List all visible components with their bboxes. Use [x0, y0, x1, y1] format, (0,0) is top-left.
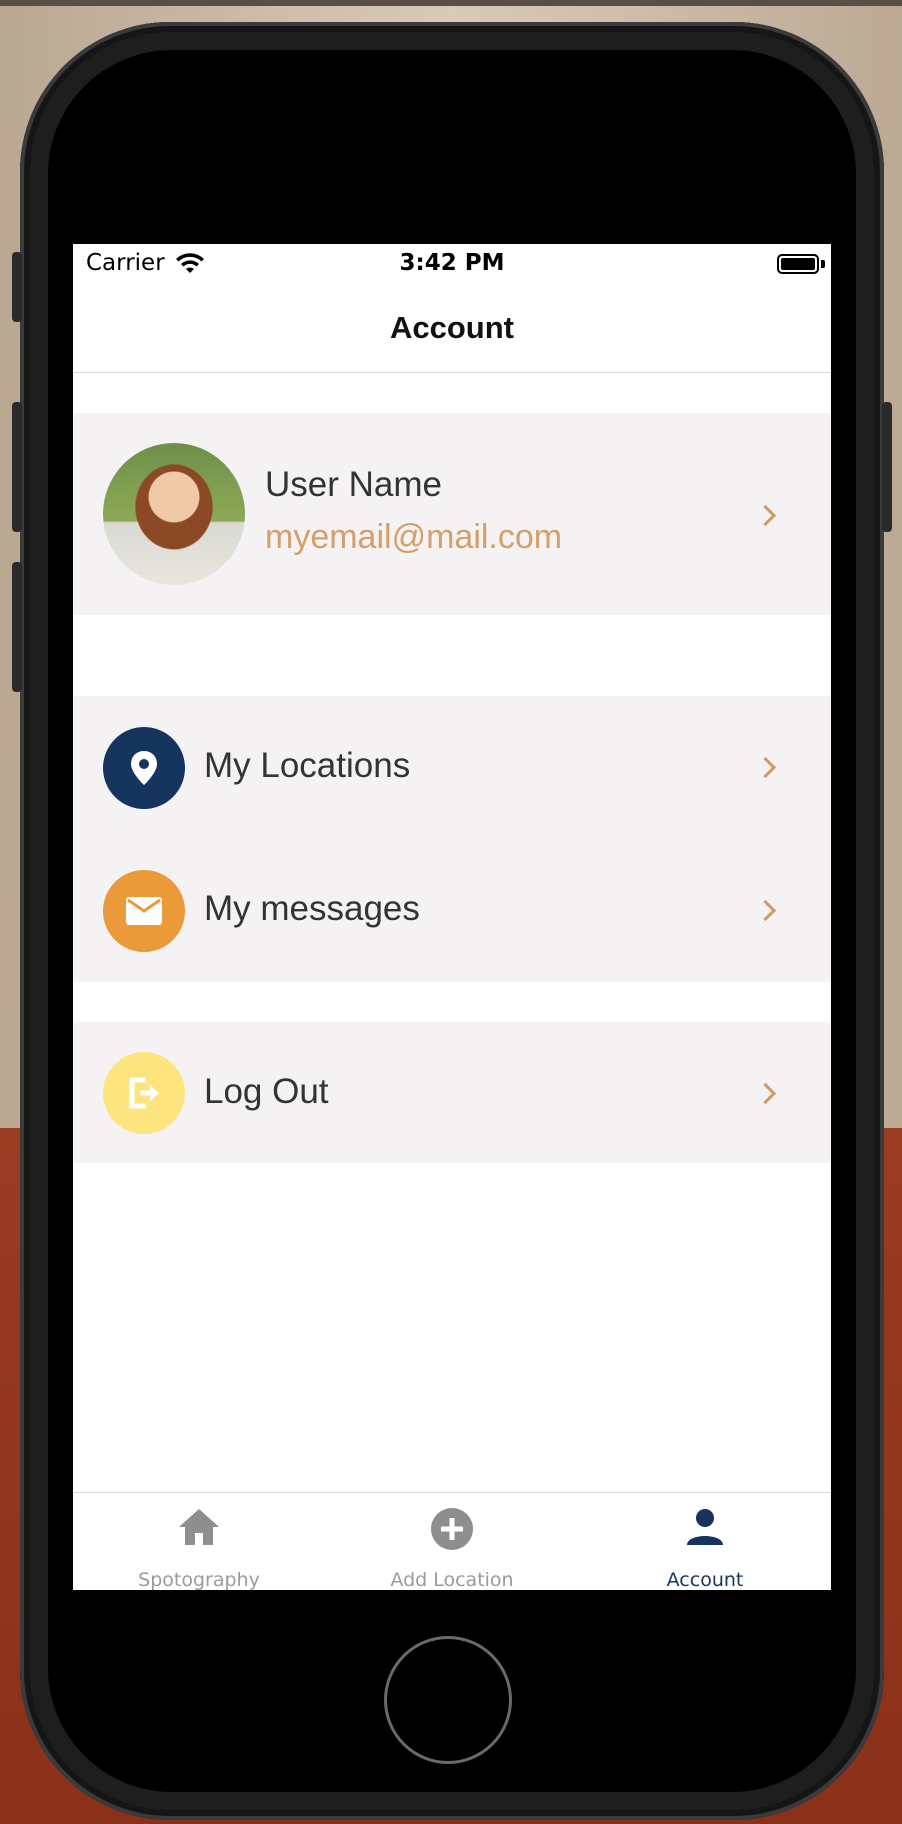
- chevron-right-icon: [754, 756, 777, 779]
- tab-bar: Spotography Add Location Account: [73, 1492, 831, 1590]
- home-icon: [73, 1507, 325, 1547]
- tab-label: Spotography: [138, 1569, 260, 1590]
- menu-group: My Locations My messages: [73, 696, 831, 982]
- add-circle-icon: [326, 1507, 578, 1551]
- tab-label: Add Location: [390, 1569, 514, 1590]
- profile-email: myemail@mail.com: [265, 518, 563, 556]
- chevron-right-icon: [754, 899, 777, 922]
- chevron-right-icon: [754, 1082, 777, 1105]
- nav-divider: [73, 372, 831, 373]
- background-edge: [0, 0, 902, 6]
- menu-item-my-locations[interactable]: My Locations: [73, 696, 831, 839]
- mail-icon: [103, 870, 185, 952]
- menu-item-my-messages[interactable]: My messages: [73, 839, 831, 982]
- logout-row[interactable]: Log Out: [73, 1022, 831, 1163]
- clock: 3:42 PM: [399, 250, 505, 276]
- battery-tip: [821, 260, 825, 268]
- tab-spotography[interactable]: Spotography: [73, 1493, 325, 1590]
- menu-item-label: My messages: [204, 889, 420, 928]
- tab-add-location[interactable]: Add Location: [326, 1493, 578, 1590]
- menu-item-label: My Locations: [204, 746, 411, 785]
- volume-down-button: [12, 562, 22, 692]
- home-button[interactable]: [384, 1636, 512, 1764]
- profile-name: User Name: [265, 465, 442, 504]
- location-pin-icon: [103, 727, 185, 809]
- status-bar: Carrier 3:42 PM: [73, 244, 831, 284]
- mute-switch: [12, 252, 22, 322]
- app-screen: Carrier 3:42 PM Account User Name myemai…: [73, 244, 831, 1590]
- page-title: Account: [390, 310, 514, 345]
- person-icon: [579, 1507, 831, 1547]
- avatar: [103, 443, 245, 585]
- power-button: [882, 402, 892, 532]
- tab-label: Account: [666, 1569, 744, 1590]
- tab-account[interactable]: Account: [579, 1493, 831, 1590]
- logout-icon: [103, 1052, 185, 1134]
- battery-icon: [777, 254, 819, 274]
- volume-up-button: [12, 402, 22, 532]
- profile-row[interactable]: User Name myemail@mail.com: [73, 413, 831, 615]
- logout-label: Log Out: [204, 1072, 329, 1111]
- chevron-right-icon: [754, 504, 777, 527]
